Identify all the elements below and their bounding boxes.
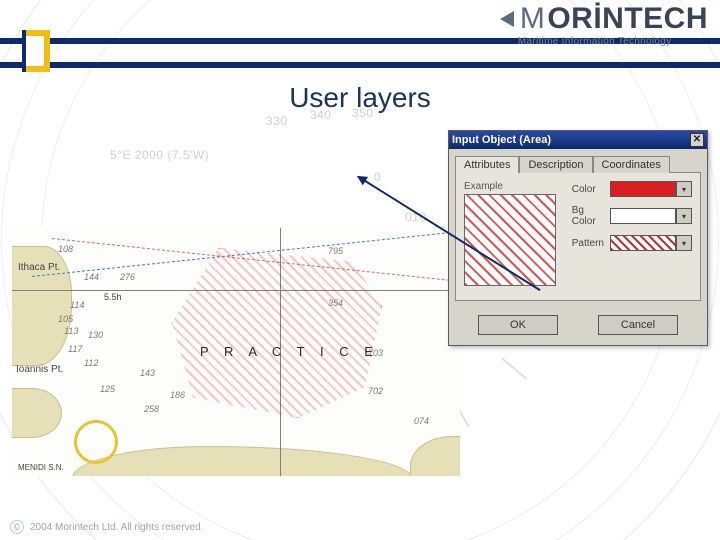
sounding: 125 bbox=[100, 384, 115, 394]
sounding: 258 bbox=[144, 404, 159, 414]
spot-label: 5.5h bbox=[104, 292, 122, 302]
page-title: User layers bbox=[0, 82, 720, 114]
brand-logo: MORİNTECH Maritime Information Technolog… bbox=[500, 2, 708, 47]
place-label-ithaca: Ithaca Pt. bbox=[18, 262, 60, 273]
place-label-menidi: MENIDI S.N. bbox=[18, 463, 64, 472]
color-swatch bbox=[610, 181, 676, 197]
copyright-icon: © bbox=[10, 520, 24, 534]
input-object-dialog: Input Object (Area) ✕ Attributes Descrip… bbox=[448, 130, 708, 346]
pattern-combo[interactable]: ▾ bbox=[610, 235, 692, 251]
sounding: 113 bbox=[64, 326, 78, 336]
chevron-down-icon[interactable]: ▾ bbox=[676, 181, 692, 197]
example-label: Example bbox=[464, 181, 564, 192]
ok-button[interactable]: OK bbox=[478, 315, 558, 335]
brand-chip bbox=[22, 30, 50, 72]
bg-annotation: 5°E 2000 (7.5'W) bbox=[110, 148, 209, 162]
place-label-ioannis: Ioannis Pt. bbox=[16, 364, 63, 375]
sounding: 276 bbox=[120, 272, 135, 282]
sounding: 130 bbox=[88, 330, 103, 340]
practice-area-polygon bbox=[172, 248, 382, 418]
sounding: 702 bbox=[368, 386, 383, 396]
bg-tick-label: 330 bbox=[266, 114, 288, 128]
tab-attributes[interactable]: Attributes bbox=[455, 156, 519, 173]
bgcolor-swatch bbox=[610, 208, 676, 224]
tab-description[interactable]: Description bbox=[519, 156, 592, 173]
copyright-text: 2004 Morintech Ltd. All rights reserved. bbox=[30, 522, 203, 533]
sounding: 105 bbox=[58, 314, 73, 324]
dialog-title: Input Object (Area) bbox=[452, 134, 551, 146]
brand-wordmark-rest: ORİNTECH bbox=[547, 2, 708, 36]
brand-chevron-icon bbox=[500, 11, 514, 27]
sounding: 795 bbox=[328, 246, 343, 256]
sounding: 186 bbox=[170, 390, 185, 400]
sounding: 112 bbox=[84, 358, 98, 368]
sounding: 354 bbox=[328, 298, 343, 308]
bgcolor-label: Bg Color bbox=[572, 205, 604, 227]
chevron-down-icon[interactable]: ▾ bbox=[676, 208, 692, 224]
slide-header: MORİNTECH Maritime Information Technolog… bbox=[0, 0, 720, 78]
dialog-titlebar[interactable]: Input Object (Area) ✕ bbox=[449, 131, 707, 149]
close-icon[interactable]: ✕ bbox=[690, 133, 704, 147]
bgcolor-combo[interactable]: ▾ bbox=[610, 208, 692, 224]
color-label: Color bbox=[572, 184, 596, 195]
tab-coordinates[interactable]: Coordinates bbox=[593, 156, 670, 173]
sounding: 144 bbox=[84, 272, 99, 282]
dialog-panel: Example Color ▾ Bg Color ▾ Pattern bbox=[455, 172, 701, 301]
nautical-chart: P R A C T I C E Ithaca Pt. Ioannis Pt. M… bbox=[12, 228, 460, 476]
sounding: 114 bbox=[70, 300, 84, 310]
pattern-label: Pattern bbox=[572, 238, 604, 249]
practice-area-label: P R A C T I C E bbox=[200, 344, 379, 359]
color-combo[interactable]: ▾ bbox=[610, 181, 692, 197]
chevron-down-icon[interactable]: ▾ bbox=[676, 235, 692, 251]
sounding: 117 bbox=[68, 344, 82, 354]
bg-tick-label: 0 bbox=[374, 170, 381, 184]
sounding: 074 bbox=[414, 416, 429, 426]
brand-tagline: Maritime Information Technology bbox=[518, 36, 708, 47]
waypoint-ring-icon bbox=[74, 420, 118, 464]
sounding: 703 bbox=[368, 348, 383, 358]
example-group: Example bbox=[464, 181, 564, 286]
brand-wordmark-m: M bbox=[520, 2, 546, 36]
dialog-tabs: Attributes Description Coordinates bbox=[449, 149, 707, 172]
pattern-swatch bbox=[610, 235, 676, 251]
sounding: 143 bbox=[140, 368, 155, 378]
sounding: 108 bbox=[58, 244, 73, 254]
cancel-button[interactable]: Cancel bbox=[598, 315, 678, 335]
footer-copyright: © 2004 Morintech Ltd. All rights reserve… bbox=[10, 520, 203, 534]
